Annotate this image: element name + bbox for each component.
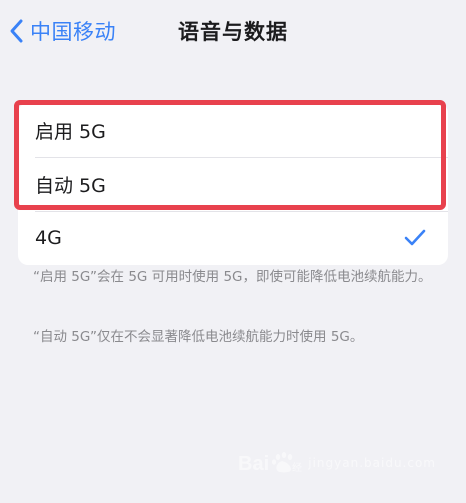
option-label: 启用 5G	[35, 120, 106, 143]
page-title: 语音与数据	[178, 20, 288, 44]
watermark-subtext: jingyan.baidu.com	[308, 456, 436, 470]
checkmark-icon	[404, 229, 426, 246]
footer-note-enable-5g: “启用 5G”会在 5G 可用时使用 5G，即使可能降低电池续航能力。	[33, 269, 432, 285]
svg-text:Bai: Bai	[238, 453, 269, 475]
option-auto-5g[interactable]: 自动 5G	[18, 157, 448, 211]
option-enable-5g[interactable]: 启用 5G	[18, 103, 448, 157]
navigation-bar: 中国移动 语音与数据	[0, 0, 466, 66]
option-label: 4G	[35, 227, 62, 249]
option-4g[interactable]: 4G	[18, 211, 448, 265]
baidu-logo: Bai 经验	[238, 452, 302, 475]
settings-screen: 中国移动 语音与数据 启用 5G 自动 5G 4G “启用 5G”会在 5G 可…	[0, 0, 466, 503]
svg-text:经验: 经验	[292, 461, 302, 474]
footer-note-auto-5g: “自动 5G”仅在不会显著降低电池续航能力时使用 5G。	[33, 329, 364, 345]
network-option-list: 启用 5G 自动 5G 4G	[18, 103, 448, 265]
watermark: Bai 经验 jingyan.baidu.com	[238, 449, 436, 477]
option-label: 自动 5G	[35, 174, 106, 197]
